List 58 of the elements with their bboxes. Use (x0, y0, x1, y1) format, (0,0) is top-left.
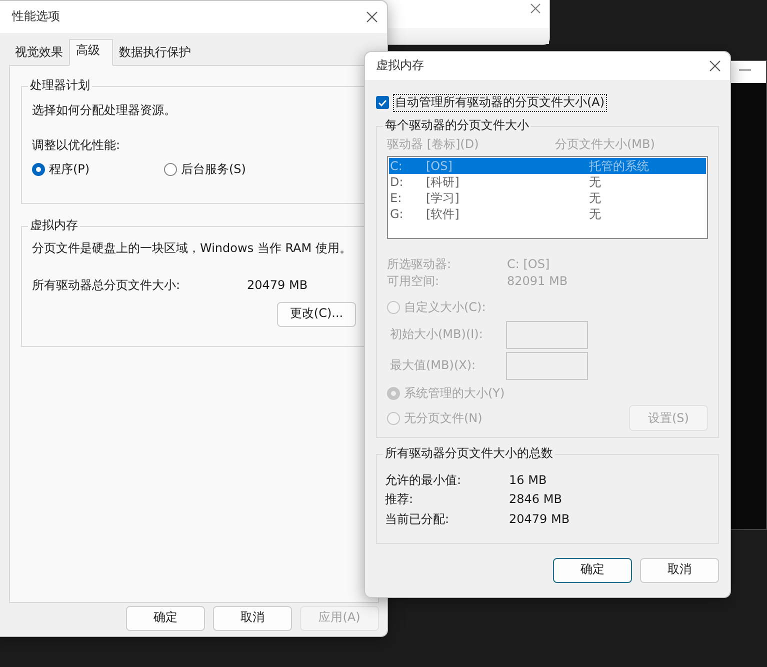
close-icon[interactable] (708, 59, 722, 73)
field-label: 所有驱动器总分页文件大小: (32, 278, 182, 294)
page-file-size: 托管的系统 (589, 158, 649, 174)
drive-letter: E: (390, 190, 403, 206)
column-header: 驱动器 [卷标](D) (387, 136, 480, 152)
field-value: 2846 MB (509, 492, 562, 508)
drive-volume: [科研] (426, 174, 460, 190)
window-title: 虚拟内存 (376, 58, 424, 74)
field-label: 最大值(MB)(X): (390, 358, 477, 374)
cancel-button[interactable]: 取消 (640, 558, 719, 583)
close-icon[interactable] (365, 10, 379, 24)
minimize-icon[interactable] (739, 69, 751, 71)
field-value: C: [OS] (507, 257, 550, 273)
field-value: 20479 MB (247, 278, 308, 294)
description-text: 分页文件是硬盘上的一块区域，Windows 当作 RAM 使用。 (32, 240, 352, 256)
radio-label: 程序(P) (49, 162, 90, 178)
page-file-size: 无 (589, 190, 601, 206)
group-title: 所有驱动器分页文件大小的总数 (383, 446, 555, 462)
group-title: 处理器计划 (28, 78, 92, 94)
radio-label: 自定义大小(C): (404, 300, 486, 316)
group-title: 虚拟内存 (28, 218, 80, 234)
field-value: 82091 MB (507, 274, 568, 290)
tab[interactable]: 视觉效果 (9, 39, 69, 65)
drive-letter: G: (390, 206, 404, 222)
column-header: 分页文件大小(MB) (555, 136, 655, 152)
field-label: 可用空间: (387, 274, 440, 290)
page-file-size: 无 (589, 174, 601, 190)
drive-letter: D: (390, 174, 404, 190)
field-label: 调整以优化性能: (32, 138, 122, 154)
drive-volume: [OS] (426, 158, 454, 174)
page-file-size: 无 (589, 206, 601, 222)
radio-label: 后台服务(S) (181, 162, 246, 178)
field-label: 推荐: (385, 492, 414, 508)
checkbox-label: 自动管理所有驱动器的分页文件大小(A) (393, 94, 607, 112)
radio-label: 无分页文件(N) (404, 410, 482, 426)
field-label: 初始大小(MB)(I): (390, 327, 484, 343)
field-value: 16 MB (509, 472, 547, 488)
checkbox[interactable] (376, 96, 389, 110)
field-value: 20479 MB (509, 512, 570, 528)
ok-button[interactable]: 确定 (553, 558, 632, 583)
radio-label: 系统管理的大小(Y) (404, 386, 505, 402)
radio-button[interactable] (164, 163, 177, 176)
radio-button[interactable] (32, 163, 45, 176)
close-icon[interactable] (530, 3, 541, 14)
window-title: 性能选项 (12, 9, 60, 25)
cancel-button[interactable]: 取消 (213, 606, 292, 631)
field-label: 所选驱动器: (387, 257, 452, 273)
group-title: 每个驱动器的分页文件大小 (383, 118, 531, 134)
change-button[interactable]: 更改(C)... (277, 302, 356, 327)
field-label: 当前已分配: (385, 512, 450, 528)
tab[interactable]: 数据执行保护 (113, 39, 197, 65)
drive-volume: [软件] (426, 206, 460, 222)
tab[interactable]: 高级 (69, 39, 113, 66)
drive-volume: [学习] (426, 190, 460, 206)
field-label: 允许的最小值: (385, 472, 462, 488)
ok-button[interactable]: 确定 (126, 606, 205, 631)
description-text: 选择如何分配处理器资源。 (32, 102, 177, 118)
drive-letter: C: (390, 158, 404, 174)
